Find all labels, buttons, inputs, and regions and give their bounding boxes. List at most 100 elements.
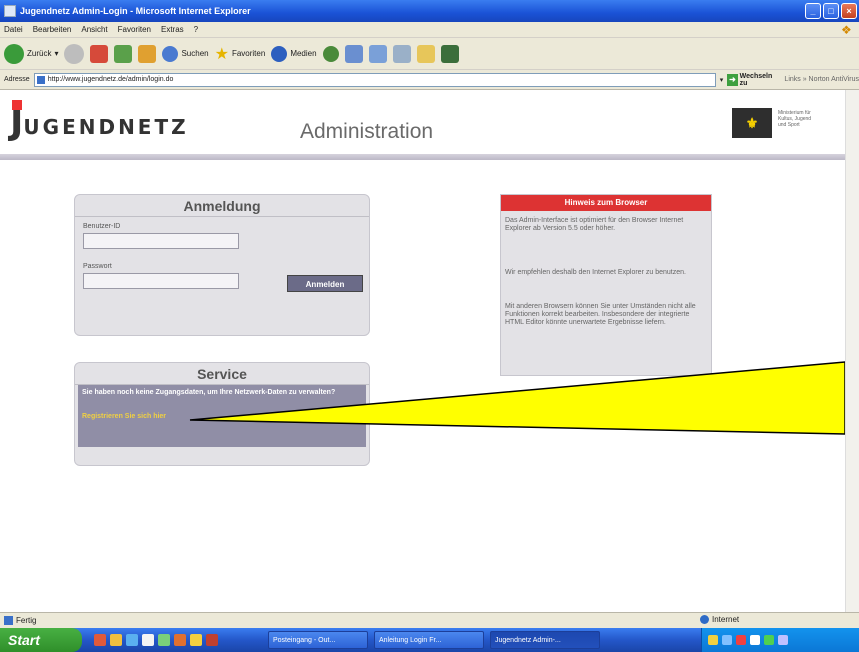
media-icon [271, 45, 288, 62]
page-icon [36, 75, 45, 84]
go-arrow-icon: ➜ [727, 73, 738, 86]
vertical-scrollbar[interactable] [845, 90, 859, 612]
site-header: JUGENDNETZ Administration ⚜ Ministerium … [0, 90, 845, 160]
login-title: Anmeldung [75, 195, 369, 217]
media-button[interactable]: Medien [271, 45, 317, 62]
window-title: Jugendnetz Admin-Login - Microsoft Inter… [20, 6, 251, 16]
ie-page-icon [4, 5, 16, 17]
star-icon: ★ [214, 45, 229, 63]
page-status-icon [4, 616, 13, 625]
taskbar-item-outlook[interactable]: Posteingang - Out... [268, 631, 368, 649]
maximize-button[interactable]: □ [823, 3, 839, 19]
password-input[interactable] [83, 273, 239, 289]
quicklaunch-app-icon[interactable] [126, 634, 138, 646]
refresh-icon[interactable] [114, 44, 133, 63]
search-button[interactable]: Suchen [162, 45, 209, 62]
taskbar-item-ie[interactable]: Jugendnetz Admin-... [490, 631, 600, 649]
dropdown-arrow-icon[interactable]: ▾ [720, 76, 724, 84]
menu-edit[interactable]: Bearbeiten [33, 25, 72, 34]
globe-icon [700, 615, 709, 624]
folder-icon[interactable] [416, 44, 435, 63]
notice-paragraph-3: Mit anderen Browsern können Sie unter Um… [505, 303, 696, 326]
media-label: Medien [290, 49, 317, 58]
quicklaunch-app-icon[interactable] [158, 634, 170, 646]
menu-help[interactable]: ? [194, 25, 198, 34]
notice-paragraph-2: Wir empfehlen deshalb den Internet Explo… [505, 269, 686, 276]
quicklaunch-app-icon[interactable] [174, 634, 186, 646]
page-title: Administration [300, 120, 434, 143]
address-bar: Adresse http://www.jugendnetz.de/admin/l… [0, 70, 859, 90]
page-viewport: JUGENDNETZ Administration ⚜ Ministerium … [0, 90, 845, 612]
chevron-down-icon: ▾ [54, 49, 59, 58]
search-icon [162, 45, 179, 62]
start-label: Start [8, 632, 40, 648]
go-button[interactable]: ➜ Wechseln zu [727, 73, 776, 87]
quicklaunch-app-icon[interactable] [94, 634, 106, 646]
minimize-button[interactable]: _ [805, 3, 821, 19]
window-titlebar: Jugendnetz Admin-Login - Microsoft Inter… [0, 0, 859, 22]
browser-notice-panel: Hinweis zum Browser Das Admin-Interface … [500, 194, 712, 376]
service-title: Service [75, 363, 369, 385]
service-question: Sie haben noch keine Zugangsdaten, um Ih… [82, 389, 336, 396]
quick-launch [94, 634, 218, 646]
url-input[interactable]: http://www.jugendnetz.de/admin/login.do [33, 72, 716, 87]
print-icon[interactable] [368, 44, 387, 63]
address-label: Adresse [4, 76, 30, 83]
login-panel: Anmeldung Benutzer-ID Passwort Anmelden [74, 194, 370, 336]
notice-paragraph-1: Das Admin-Interface ist optimiert für de… [505, 217, 684, 232]
tray-icon[interactable] [778, 635, 788, 645]
tray-icon[interactable] [750, 635, 760, 645]
search-label: Suchen [181, 49, 209, 58]
callout-pointer [189, 361, 845, 435]
login-button[interactable]: Anmelden [287, 275, 363, 292]
menu-favorites[interactable]: Favoriten [118, 25, 151, 34]
username-label: Benutzer-ID [83, 223, 121, 230]
ministry-line-3: und Sport [778, 122, 800, 128]
menu-view[interactable]: Ansicht [81, 25, 107, 34]
header-divider [0, 154, 845, 160]
taskbar: Start Posteingang - Out... Anleitung Log… [0, 628, 859, 652]
quicklaunch-app-icon[interactable] [110, 634, 122, 646]
logo-rest: UGENDNETZ [23, 115, 189, 139]
menu-file[interactable]: Datei [4, 25, 23, 34]
tray-icon[interactable] [722, 635, 732, 645]
forward-arrow-icon[interactable] [64, 43, 85, 64]
history-icon[interactable] [322, 45, 339, 62]
start-button[interactable]: Start [0, 628, 82, 652]
back-arrow-icon [4, 43, 24, 64]
windows-logo-icon: ❖ [841, 23, 852, 37]
quicklaunch-app-icon[interactable] [190, 634, 202, 646]
zone-text: Internet [712, 615, 740, 624]
system-tray [701, 628, 859, 652]
edit-icon[interactable] [392, 44, 411, 63]
go-label: Wechseln zu [739, 72, 773, 87]
messenger-icon[interactable] [440, 44, 459, 63]
quicklaunch-app-icon[interactable] [206, 634, 218, 646]
home-icon[interactable] [138, 44, 157, 63]
close-button[interactable]: × [841, 3, 857, 19]
logo-letter: J [10, 102, 24, 143]
security-zone: Internet [700, 615, 739, 624]
register-link[interactable]: Registrieren Sie sich hier [82, 413, 166, 420]
status-text: Fertig [16, 616, 37, 625]
favorites-button[interactable]: ★ Favoriten [215, 44, 266, 64]
ministry-eagle-logo: ⚜ [732, 108, 772, 138]
url-text: http://www.jugendnetz.de/admin/login.do [47, 76, 174, 83]
service-panel: Service Sie haben noch keine Zugangsdate… [74, 362, 370, 466]
menu-tools[interactable]: Extras [161, 25, 184, 34]
status-bar: Fertig Internet [0, 612, 859, 628]
stop-icon[interactable] [90, 44, 109, 63]
tray-icon[interactable] [736, 635, 746, 645]
tray-icon[interactable] [764, 635, 774, 645]
toolbar: Zurück ▾ Suchen ★ Favoriten Medien [0, 38, 859, 70]
back-button[interactable]: Zurück ▾ [4, 43, 59, 64]
tray-icon[interactable] [708, 635, 718, 645]
taskbar-item-word[interactable]: Anleitung Login Fr... [374, 631, 484, 649]
username-input[interactable] [83, 233, 239, 249]
ministry-name: Ministerium für Kultus, Jugend und Sport [778, 110, 811, 128]
back-label: Zurück [27, 49, 52, 58]
mail-icon[interactable] [344, 44, 363, 63]
links-bar[interactable]: Links » Norton AntiVirus [784, 76, 859, 83]
quicklaunch-app-icon[interactable] [142, 634, 154, 646]
password-label: Passwort [83, 263, 112, 270]
